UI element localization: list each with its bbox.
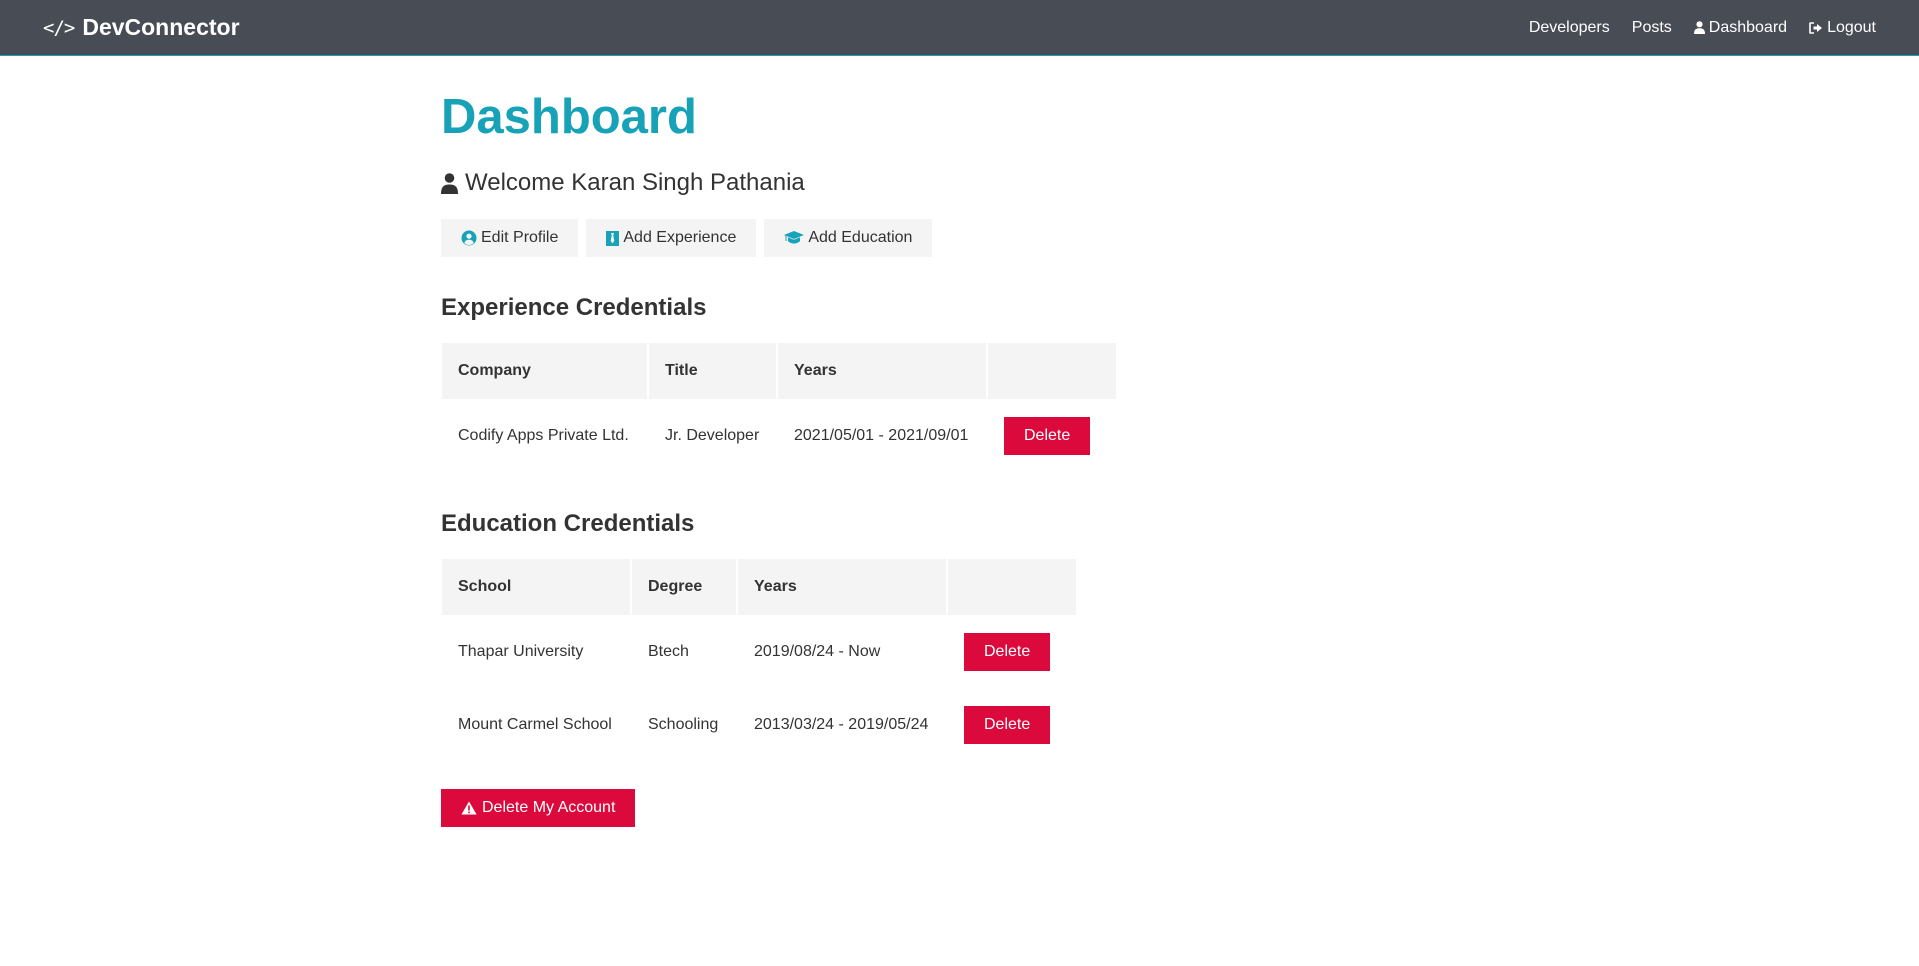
add-experience-label: Add Experience (623, 229, 737, 246)
table-row: Thapar University Btech 2019/08/24 - Now… (442, 617, 1076, 687)
table-row: Codify Apps Private Ltd. Jr. Developer 2… (442, 401, 1116, 471)
add-education-label: Add Education (808, 229, 913, 246)
edit-profile-button[interactable]: Edit Profile (441, 219, 579, 257)
years-cell: 2021/05/01 - 2021/09/01 (794, 427, 969, 444)
dashboard-container: Dashboard Welcome Karan Singh Pathania E… (441, 56, 1141, 827)
company-cell: Codify Apps Private Ltd. (458, 427, 629, 444)
column-header: School (442, 559, 630, 615)
column-header (948, 559, 1076, 615)
degree-cell: Schooling (648, 716, 719, 733)
delete-account-button[interactable]: Delete My Account (441, 789, 636, 827)
edit-profile-label: Edit Profile (481, 229, 559, 246)
nav-link-logout[interactable]: Logout (1809, 19, 1876, 37)
graduation-cap-icon (784, 231, 805, 244)
dashboard-actions: Edit Profile Add Experience Add Educatio… (441, 219, 1141, 257)
school-cell: Mount Carmel School (458, 716, 612, 733)
degree-cell: Btech (648, 643, 689, 660)
brand-name: DevConnector (82, 14, 240, 40)
user-circle-icon (461, 230, 477, 246)
table-row: Mount Carmel School Schooling 2013/03/24… (442, 689, 1076, 761)
nav-link-posts[interactable]: Posts (1632, 19, 1672, 37)
experience-section-title: Experience Credentials (441, 294, 707, 321)
column-header: Degree (632, 559, 736, 615)
education-table-header: School Degree Years (442, 559, 1076, 615)
page-title: Dashboard (441, 90, 697, 144)
sign-out-icon (1809, 21, 1823, 34)
navbar: </> DevConnector Developers Posts Dashbo… (0, 0, 1919, 56)
nav-link-developers-label: Developers (1528, 18, 1610, 36)
black-tie-icon (606, 230, 620, 246)
column-header: Company (442, 343, 647, 399)
nav-link-developers[interactable]: Developers (1529, 19, 1610, 37)
warning-icon (461, 801, 477, 815)
welcome-message: Welcome Karan Singh Pathania (441, 169, 1141, 197)
brand-link[interactable]: </> DevConnector (43, 14, 240, 41)
nav-link-logout-label: Logout (1827, 18, 1876, 36)
code-icon: </> (43, 16, 75, 39)
column-header: Title (649, 343, 776, 399)
nav-links: Developers Posts Dashboard Logout (1529, 19, 1876, 37)
column-header (988, 343, 1116, 399)
delete-experience-button[interactable]: Delete (1004, 417, 1091, 455)
experience-table-header: Company Title Years (442, 343, 1116, 399)
column-header: Years (778, 343, 986, 399)
user-icon (441, 172, 458, 194)
column-header: Years (738, 559, 946, 615)
delete-education-button[interactable]: Delete (964, 706, 1051, 744)
education-section-title: Education Credentials (441, 510, 695, 537)
welcome-text: Welcome Karan Singh Pathania (465, 169, 805, 196)
action-cell: Delete (948, 617, 1076, 687)
years-cell: 2013/03/24 - 2019/05/24 (754, 716, 929, 733)
nav-link-dashboard[interactable]: Dashboard (1693, 18, 1788, 37)
education-table: School Degree Years Thapar University Bt… (440, 557, 1078, 763)
school-cell: Thapar University (458, 643, 584, 660)
user-icon (1693, 21, 1705, 34)
nav-link-posts-label: Posts (1631, 18, 1672, 36)
add-education-button[interactable]: Add Education (764, 219, 933, 257)
delete-education-button[interactable]: Delete (964, 633, 1051, 671)
action-cell: Delete (948, 689, 1076, 761)
title-cell: Jr. Developer (665, 427, 760, 444)
add-experience-button[interactable]: Add Experience (586, 219, 757, 257)
delete-account-label: Delete My Account (482, 799, 616, 816)
experience-table: Company Title Years Codify Apps Private … (440, 341, 1118, 473)
nav-link-dashboard-label: Dashboard (1708, 18, 1788, 36)
years-cell: 2019/08/24 - Now (754, 643, 881, 660)
action-cell: Delete (988, 401, 1116, 471)
